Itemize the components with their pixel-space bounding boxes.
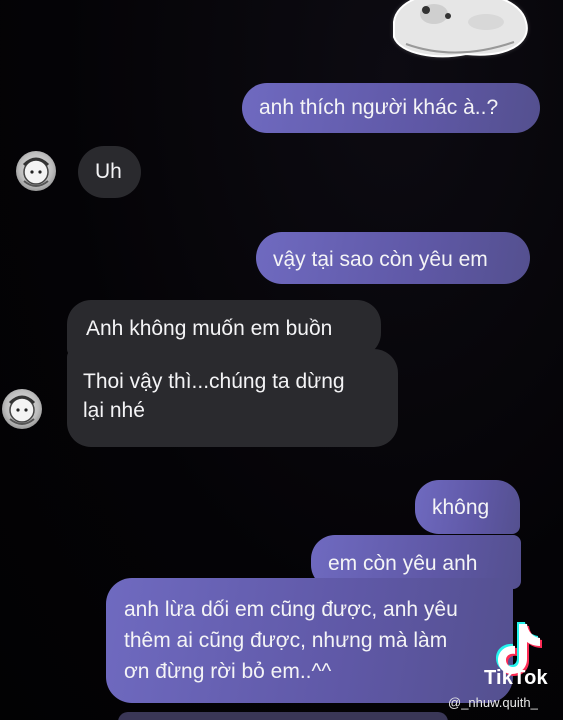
tiktok-brand-label: TikTok (484, 667, 548, 689)
message-bubble-sent[interactable]: anh lừa dối em cũng được, anh yêu thêm a… (106, 578, 513, 703)
message-bubble-received[interactable]: Uh (78, 146, 141, 198)
message-bubble-sent[interactable]: anh thích người khác à..? (242, 83, 540, 133)
message-bubble-sent[interactable]: không (415, 480, 520, 534)
sticker-image (393, 0, 528, 58)
partial-message-bubble (118, 712, 448, 720)
avatar-image (8, 395, 36, 425)
contact-avatar[interactable] (2, 389, 42, 429)
message-bubble-sent[interactable]: vậy tại sao còn yêu em (256, 232, 530, 284)
avatar-image (22, 157, 50, 187)
tiktok-username: @_nhuw.quith_ (448, 695, 538, 710)
message-bubble-received[interactable]: Thoi vậy thì...chúng ta dừng lại nhé (67, 349, 398, 447)
chat-screen: anh thích người khác à..? Uh vậy tại sao… (0, 0, 563, 720)
contact-avatar[interactable] (16, 151, 56, 191)
